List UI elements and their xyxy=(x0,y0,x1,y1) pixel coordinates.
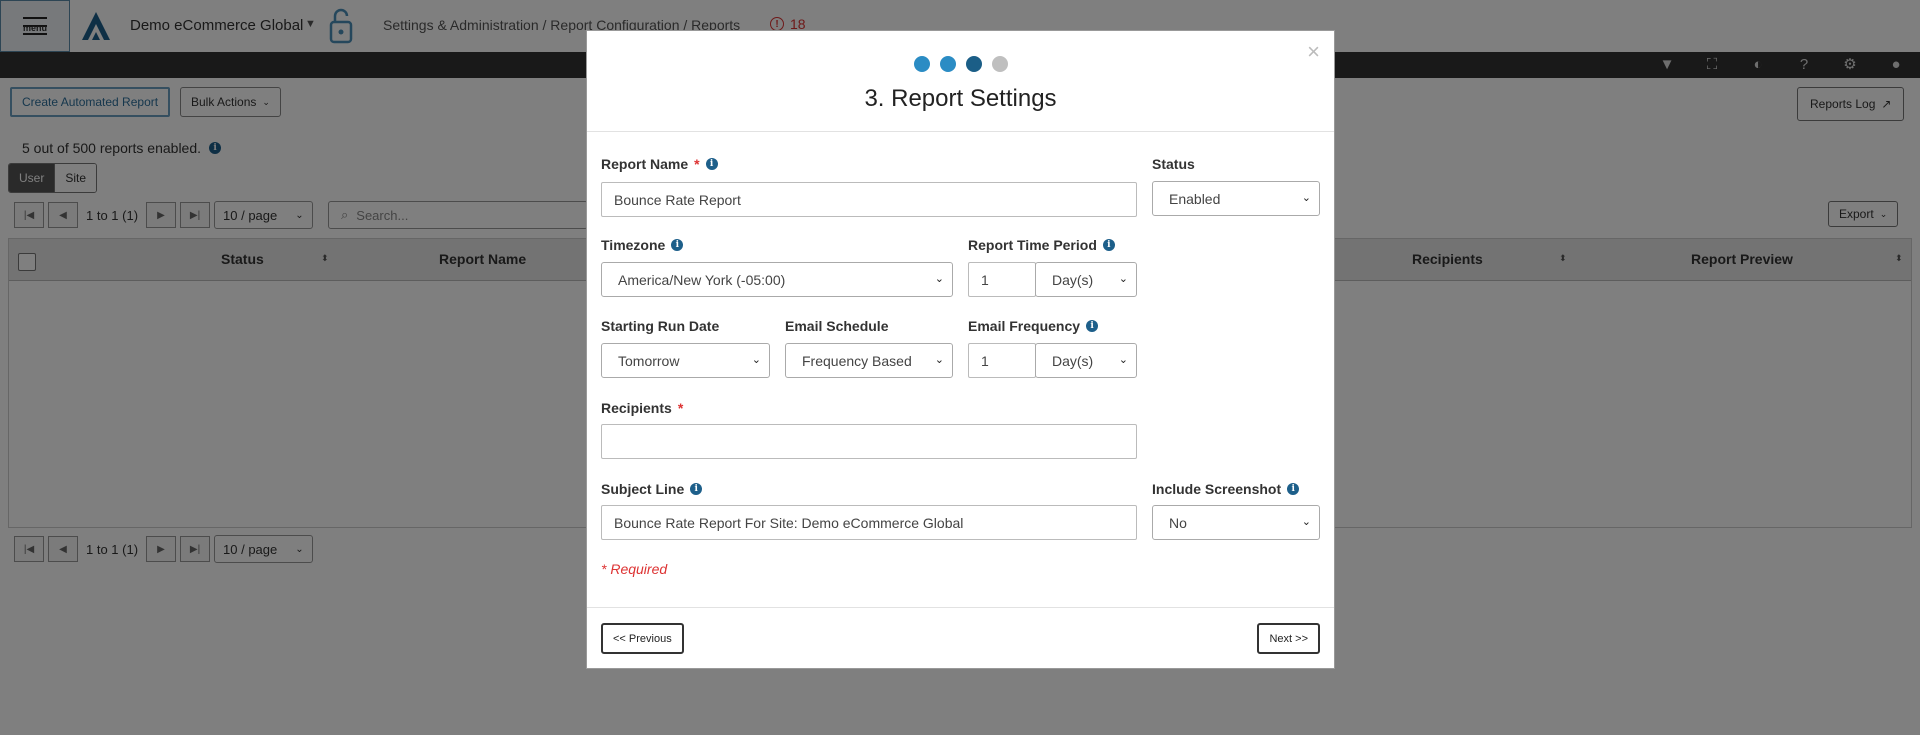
chevron-down-icon: ⌄ xyxy=(1301,192,1311,204)
subject-line-label-text: Subject Line xyxy=(601,481,685,497)
starting-run-date-select[interactable]: Tomorrow ⌄ xyxy=(601,343,770,378)
email-schedule-value: Frequency Based xyxy=(802,352,912,369)
timezone-label: Timezone i xyxy=(601,237,684,253)
timezone-label-text: Timezone xyxy=(601,237,666,253)
include-screenshot-label: Include Screenshot i xyxy=(1152,481,1300,497)
report-time-period-unit-select[interactable]: Day(s) ⌄ xyxy=(1035,262,1137,297)
email-frequency-label-text: Email Frequency xyxy=(968,318,1081,334)
chevron-down-icon: ⌄ xyxy=(751,354,761,366)
step-indicator xyxy=(587,56,1334,72)
info-icon[interactable]: i xyxy=(690,483,703,495)
step-dot xyxy=(991,56,1008,72)
subject-line-label: Subject Line i xyxy=(601,481,703,497)
chevron-down-icon: ⌄ xyxy=(934,273,944,285)
recipients-label-text: Recipients xyxy=(601,400,672,416)
report-time-period-amount-input[interactable]: 1 xyxy=(968,262,1036,297)
email-schedule-select[interactable]: Frequency Based ⌄ xyxy=(785,343,953,378)
starting-run-date-value: Tomorrow xyxy=(618,352,680,369)
modal-title: 3. Report Settings xyxy=(864,85,1057,112)
step-dot xyxy=(913,56,930,72)
chevron-down-icon: ⌄ xyxy=(934,354,944,366)
required-marker: * xyxy=(677,400,684,416)
step-dot xyxy=(939,56,956,72)
info-icon[interactable]: i xyxy=(1086,320,1099,332)
info-icon[interactable]: i xyxy=(671,239,684,251)
report-name-label-text: Report Name xyxy=(601,156,689,172)
recipients-input[interactable] xyxy=(601,424,1137,459)
email-frequency-unit-value: Day(s) xyxy=(1052,352,1094,369)
include-screenshot-select[interactable]: No ⌄ xyxy=(1152,505,1320,540)
include-screenshot-label-text: Include Screenshot xyxy=(1152,481,1282,497)
email-schedule-label: Email Schedule xyxy=(785,318,889,334)
required-note: * Required xyxy=(601,561,668,577)
report-name-label: Report Name * i xyxy=(601,156,718,172)
info-icon[interactable]: i xyxy=(1102,239,1115,251)
report-name-input[interactable]: Bounce Rate Report xyxy=(601,182,1137,217)
info-icon[interactable]: i xyxy=(705,158,718,170)
report-time-period-unit-value: Day(s) xyxy=(1052,271,1094,288)
next-button[interactable]: Next >> xyxy=(1257,623,1320,654)
chevron-down-icon: ⌄ xyxy=(1118,273,1128,285)
chevron-down-icon: ⌄ xyxy=(1301,516,1311,528)
include-screenshot-value: No xyxy=(1169,514,1187,531)
report-settings-modal: × 3. Report Settings Report Name * i Bou… xyxy=(586,30,1335,669)
recipients-label: Recipients * xyxy=(601,400,683,416)
email-frequency-unit-select[interactable]: Day(s) ⌄ xyxy=(1035,343,1137,378)
timezone-value: America/New York (-05:00) xyxy=(618,271,786,288)
subject-line-input[interactable]: Bounce Rate Report For Site: Demo eComme… xyxy=(601,505,1137,540)
email-frequency-label: Email Frequency i xyxy=(968,318,1099,334)
report-time-period-label-text: Report Time Period xyxy=(968,237,1097,253)
status-select[interactable]: Enabled ⌄ xyxy=(1152,181,1320,216)
step-dot xyxy=(965,56,982,72)
chevron-down-icon: ⌄ xyxy=(1118,354,1128,366)
report-time-period-label: Report Time Period i xyxy=(968,237,1115,253)
divider xyxy=(587,607,1334,608)
timezone-select[interactable]: America/New York (-05:00) ⌄ xyxy=(601,262,953,297)
status-label: Status xyxy=(1152,156,1195,172)
required-marker: * xyxy=(694,156,700,172)
previous-button[interactable]: << Previous xyxy=(601,623,684,654)
email-frequency-amount-input[interactable]: 1 xyxy=(968,343,1036,378)
status-value: Enabled xyxy=(1169,190,1221,207)
starting-run-date-label: Starting Run Date xyxy=(601,318,720,334)
divider xyxy=(587,131,1334,132)
info-icon[interactable]: i xyxy=(1287,483,1300,495)
